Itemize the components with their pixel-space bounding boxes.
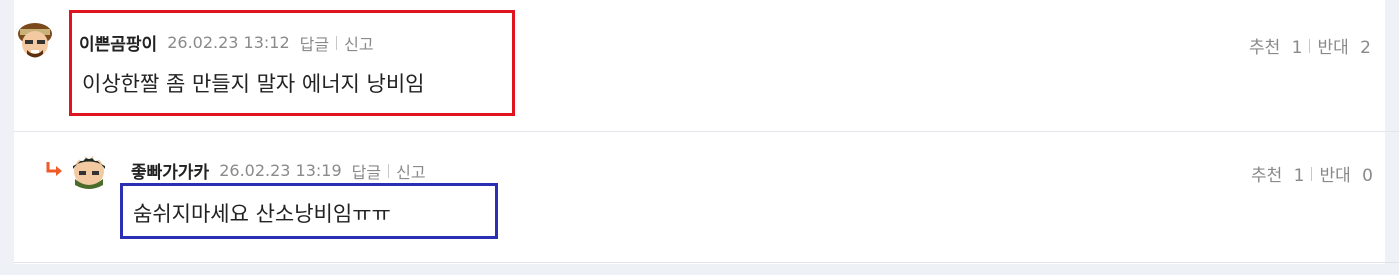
oppose-label: 반대 [1317,38,1349,58]
avatar-icon[interactable] [14,20,56,62]
recommend-count: 1 [1293,166,1305,186]
oppose-label: 반대 [1319,166,1351,186]
oppose-count: 0 [1362,166,1373,186]
avatar-icon[interactable] [68,149,110,191]
reply-arrow-icon [46,162,62,176]
comment-author[interactable]: 좋빠가가카 [131,158,209,183]
vote-group: 추천 1 반대 0 [1251,161,1373,186]
report-button[interactable]: 신고 [396,159,425,183]
reply-button[interactable]: 답글 [352,159,381,183]
vote-separator [1309,38,1311,53]
oppose-button[interactable]: 반대 2 [1317,33,1371,58]
action-separator [388,163,390,178]
highlight-box-first-comment [69,10,515,116]
comment-divider [14,131,1399,132]
recommend-button[interactable]: 추천 1 [1251,161,1305,186]
recommend-count: 1 [1291,38,1303,58]
vote-separator [1311,166,1313,181]
oppose-button[interactable]: 반대 0 [1319,161,1373,186]
oppose-count: 2 [1360,38,1371,58]
comment-date: 26.02.23 13:19 [219,161,342,180]
vote-group: 추천 1 반대 2 [1249,33,1371,58]
list-bottom-border [14,262,1399,263]
recommend-label: 추천 [1250,166,1283,186]
recommend-button[interactable]: 추천 1 [1249,33,1303,58]
recommend-label: 추천 [1248,38,1281,58]
highlight-box-reply-text [120,183,498,239]
